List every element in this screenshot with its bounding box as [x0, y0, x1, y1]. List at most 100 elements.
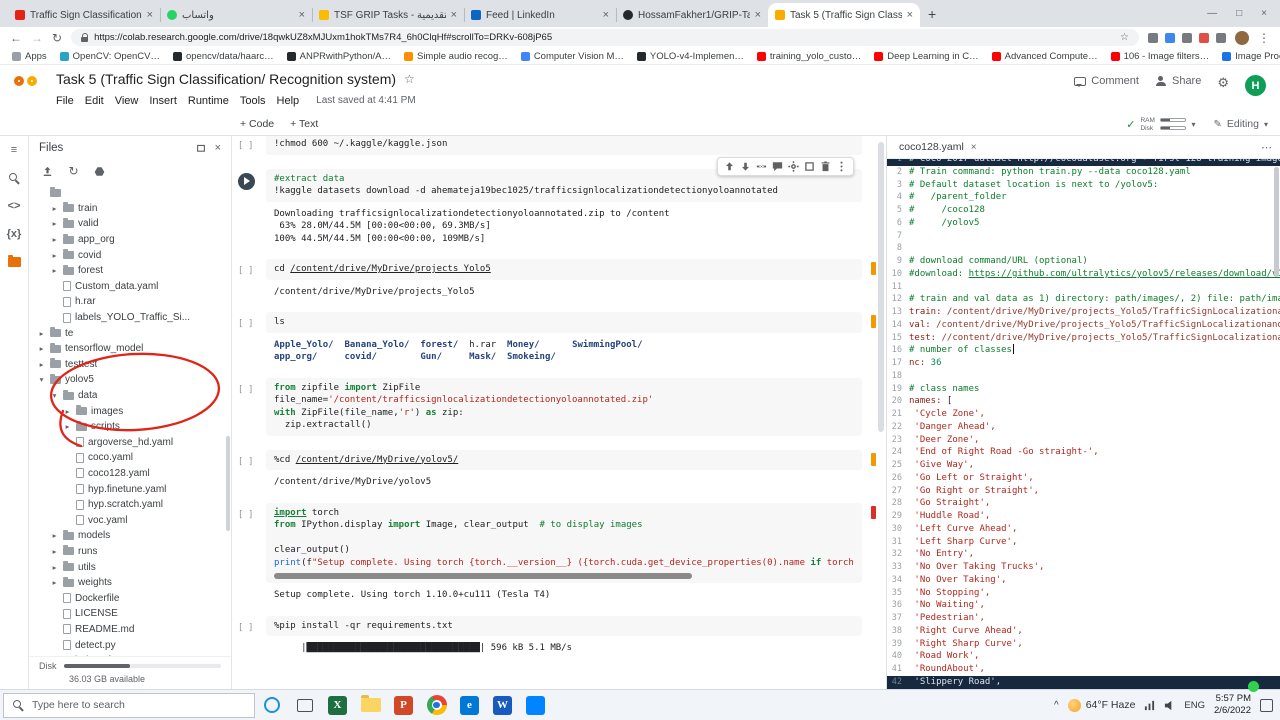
tree-arrow-icon[interactable]: ▸ [50, 578, 59, 587]
tree-arrow-icon[interactable]: ▸ [50, 219, 59, 228]
cell-run-prompt[interactable]: [ ] [238, 259, 266, 276]
editor-tab[interactable]: coco128.yaml × [899, 141, 977, 153]
file-tree-item-utils[interactable]: ▸ utils [29, 559, 231, 575]
editor-line[interactable]: 33 'No Over Taking Trucks', [887, 561, 1280, 574]
bookmark-item[interactable]: Computer Vision M… [520, 51, 624, 62]
add-text-button[interactable]: + Text [290, 118, 318, 130]
file-tree-item-dockerfile[interactable]: Dockerfile [29, 590, 231, 606]
bookmark-star-icon[interactable]: ☆ [1120, 32, 1129, 43]
tree-arrow-icon[interactable]: ▸ [50, 547, 59, 556]
last-saved-link[interactable]: Last saved at 4:41 PM [316, 95, 416, 106]
editor-line[interactable]: 10 #download: https://github.com/ultralyt… [887, 268, 1280, 281]
comment-button[interactable]: Comment [1074, 75, 1139, 87]
taskbar-messenger-button[interactable] [519, 690, 552, 720]
file-tree-item-coco-yaml[interactable]: coco.yaml [29, 450, 231, 466]
editor-line[interactable]: 4 # /parent_folder [887, 191, 1280, 204]
notebook-scrollbar[interactable] [878, 142, 884, 432]
file-tree-item-tensorflow-model[interactable]: ▸ tensorflow_model [29, 341, 231, 357]
close-panel-icon[interactable]: × [215, 142, 221, 154]
browser-tab[interactable]: TSF GRIP Tasks - العروض التقديمية × [312, 3, 464, 27]
clock[interactable]: 5:57 PM 2/6/2022 [1214, 693, 1251, 717]
file-tree-item-images[interactable]: ▸ images [29, 403, 231, 419]
code-editor-area[interactable]: !chmod 600 ~/.kaggle/kaggle.json [266, 136, 862, 155]
file-tree-item-covid[interactable]: ▸ covid [29, 247, 231, 263]
browser-tab[interactable]: Feed | LinkedIn × [464, 3, 616, 27]
bookmark-item[interactable]: Apps [12, 51, 47, 62]
rail-table-of-contents-icon[interactable]: ≡ [11, 142, 17, 158]
file-tree-item-custom-data-yaml[interactable]: Custom_data.yaml [29, 279, 231, 295]
file-tree-item-coco128-yaml[interactable]: coco128.yaml [29, 466, 231, 482]
tab-close-icon[interactable]: × [755, 9, 761, 21]
window-maximize-button[interactable]: □ [1236, 8, 1242, 19]
editor-line[interactable]: 31 'Left Sharp Curve', [887, 536, 1280, 549]
editor-more-icon[interactable]: ⋯ [1261, 141, 1272, 154]
tree-arrow-icon[interactable]: ▸ [50, 266, 59, 275]
editor-line[interactable]: 11 [887, 281, 1280, 294]
menu-file[interactable]: File [56, 95, 74, 107]
editor-line[interactable]: 5 # /coco128 [887, 204, 1280, 217]
extension-icon[interactable] [1165, 32, 1175, 43]
link-icon[interactable] [755, 160, 768, 173]
menu-edit[interactable]: Edit [85, 95, 104, 107]
editor-line[interactable]: 34 'No Over Taking', [887, 574, 1280, 587]
taskbar-edge-button[interactable]: e [453, 690, 486, 720]
tree-arrow-icon[interactable]: ▸ [50, 235, 59, 244]
move-down-icon[interactable] [739, 160, 752, 173]
editor-line[interactable]: 27 'Go Right or Straight', [887, 485, 1280, 498]
file-tree-item-train[interactable]: ▸ train [29, 201, 231, 217]
move-up-icon[interactable] [723, 160, 736, 173]
file-tree-item-app-org[interactable]: ▸ app_org [29, 232, 231, 248]
editor-line[interactable]: 9 # download command/URL (optional) [887, 255, 1280, 268]
cell-run-prompt[interactable]: [ ] [238, 616, 266, 633]
forward-icon[interactable]: → [31, 32, 43, 44]
bookmark-item[interactable]: Advanced Compute… [991, 51, 1098, 62]
editor-line[interactable]: 41 'RoundAbout', [887, 663, 1280, 676]
code-horizontal-scrollbar[interactable] [274, 573, 692, 579]
tree-arrow-icon[interactable]: ▸ [50, 251, 59, 260]
file-tree-item-readme-md[interactable]: README.md [29, 622, 231, 638]
taskbar-excel-button[interactable]: X [321, 690, 354, 720]
file-tree-item-testtest[interactable]: ▸ testtest [29, 357, 231, 373]
editor-line[interactable]: 17 nc: 36 [887, 357, 1280, 370]
file-tree-item-voc-yaml[interactable]: voc.yaml [29, 512, 231, 528]
editor-line[interactable]: 18 [887, 370, 1280, 383]
editor-line[interactable]: 29 'Huddle Road', [887, 510, 1280, 523]
cell-run-prompt[interactable]: [ ] [238, 450, 266, 467]
rail-find-replace-icon[interactable] [8, 170, 20, 186]
code-editor-area[interactable]: from zipfile import ZipFile file_name='/c… [266, 377, 862, 436]
taskbar-powerpoint-button[interactable]: P [387, 690, 420, 720]
file-tree-item-partial[interactable] [29, 185, 231, 201]
file-tree-item-license[interactable]: LICENSE [29, 606, 231, 622]
editor-line[interactable]: 8 [887, 242, 1280, 255]
file-tree-item-hyp-finetune-yaml[interactable]: hyp.finetune.yaml [29, 481, 231, 497]
taskbar-chrome-button[interactable] [420, 690, 453, 720]
editor-line[interactable]: 12 # train and val data as 1) directory: … [887, 293, 1280, 306]
bookmark-item[interactable]: Simple audio recog… [403, 51, 508, 62]
network-icon[interactable] [1144, 700, 1155, 711]
browser-tab[interactable]: HossamFakher1/GRIP-Task-5-Tra × [616, 3, 768, 27]
share-button[interactable]: Share [1155, 75, 1201, 87]
file-tree-item-runs[interactable]: ▸ runs [29, 544, 231, 560]
back-icon[interactable]: ← [10, 32, 22, 44]
upload-icon[interactable] [41, 165, 54, 178]
code-editor-area[interactable]: import torch from IPython.display import … [266, 502, 862, 583]
menu-insert[interactable]: Insert [149, 95, 177, 107]
run-cell-button[interactable] [238, 172, 255, 190]
taskbar-cortana-button[interactable] [255, 690, 288, 720]
window-minimize-button[interactable]: — [1207, 8, 1217, 19]
bookmark-item[interactable]: Image Processing i… [1222, 51, 1280, 62]
code-editor-area[interactable]: ls [266, 312, 862, 333]
file-tree-item-h-rar[interactable]: h.rar [29, 294, 231, 310]
tree-arrow-icon[interactable]: ▸ [63, 407, 72, 416]
editor-line[interactable]: 23 'Deer Zone', [887, 434, 1280, 447]
editor-line[interactable]: 21 'Cycle Zone', [887, 408, 1280, 421]
tree-arrow-icon[interactable]: ▸ [50, 563, 59, 572]
mirror-icon[interactable] [803, 160, 816, 173]
files-scrollbar[interactable] [226, 436, 230, 531]
browser-menu-icon[interactable]: ⋮ [1258, 32, 1270, 44]
tab-close-icon[interactable]: × [451, 9, 457, 21]
editor-line[interactable]: 26 'Go Left or Straight', [887, 472, 1280, 485]
tray-chevron-icon[interactable]: ^ [1054, 700, 1059, 711]
cell-run-prompt[interactable]: [ ] [238, 312, 266, 329]
tree-arrow-icon[interactable]: ▾ [50, 391, 59, 400]
